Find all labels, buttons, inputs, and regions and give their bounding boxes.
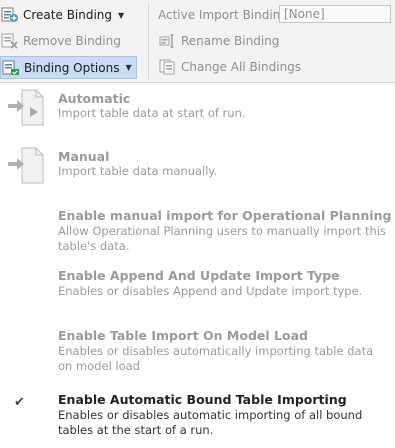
binding-options-button[interactable]: Binding Options ▼ [0,56,137,79]
remove-binding-label: Remove Binding [23,34,121,48]
checkmark-icon: ✔ [14,395,25,410]
create-binding-label: Create Binding [23,8,113,22]
menu-item-description: Import table data at start of run. [58,106,246,120]
menu-item-title: Enable Table Import On Model Load [58,328,308,343]
remove-binding-icon [1,33,19,49]
binding-options-dropdown-menu: Automatic Import table data at start of … [0,83,395,448]
automatic-import-icon [6,89,46,127]
change-all-bindings-button[interactable]: Change All Bindings [158,56,305,78]
active-import-binding-field[interactable]: [None] [279,5,391,23]
menu-item-description: Enables or disables automatically import… [58,344,374,373]
change-all-bindings-icon [159,59,177,75]
menu-item-title: Enable Append And Update Import Type [58,268,340,283]
manual-import-icon [6,147,46,185]
active-import-binding-label: Active Import Binding [158,8,288,22]
menu-item-title: Automatic [58,91,131,106]
menu-item-enable-append-update-import-type[interactable]: Enable Append And Update Import Type Ena… [0,265,395,315]
rename-binding-button[interactable]: Rename Binding [158,30,283,52]
ribbon-toolbar: Create Binding ▼ Remove Binding Binding [0,0,395,83]
binding-options-icon [2,60,20,76]
menu-item-enable-automatic-bound-table-importing[interactable]: ✔ Enable Automatic Bound Table Importing… [0,389,395,447]
change-all-bindings-label: Change All Bindings [181,60,302,74]
menu-item-title: Enable Automatic Bound Table Importing [58,392,347,407]
menu-item-description: Allow Operational Planning users to manu… [58,224,386,253]
menu-item-description: Import table data manually. [58,164,218,178]
create-binding-button[interactable]: Create Binding ▼ [0,4,128,26]
rename-binding-label: Rename Binding [181,34,280,48]
menu-item-description: Enables or disables automatic importing … [58,408,363,437]
menu-item-title: Enable manual import for Operational Pla… [58,208,392,223]
chevron-down-icon: ▼ [118,10,125,20]
rename-icon [159,33,177,49]
menu-item-manual[interactable]: Manual Import table data manually. [0,145,395,201]
create-binding-icon [1,7,19,23]
menu-item-enable-table-import-on-model-load[interactable]: Enable Table Import On Model Load Enable… [0,325,395,381]
chevron-down-icon: ▼ [125,63,132,72]
menu-item-automatic[interactable]: Automatic Import table data at start of … [0,87,395,143]
menu-item-description: Enables or disables Append and Update im… [58,284,363,298]
menu-item-enable-manual-import-operational-planning[interactable]: Enable manual import for Operational Pla… [0,203,395,259]
binding-options-label: Binding Options [24,60,120,75]
menu-item-title: Manual [58,149,110,164]
remove-binding-button[interactable]: Remove Binding [0,30,125,52]
ribbon-separator [148,3,149,79]
